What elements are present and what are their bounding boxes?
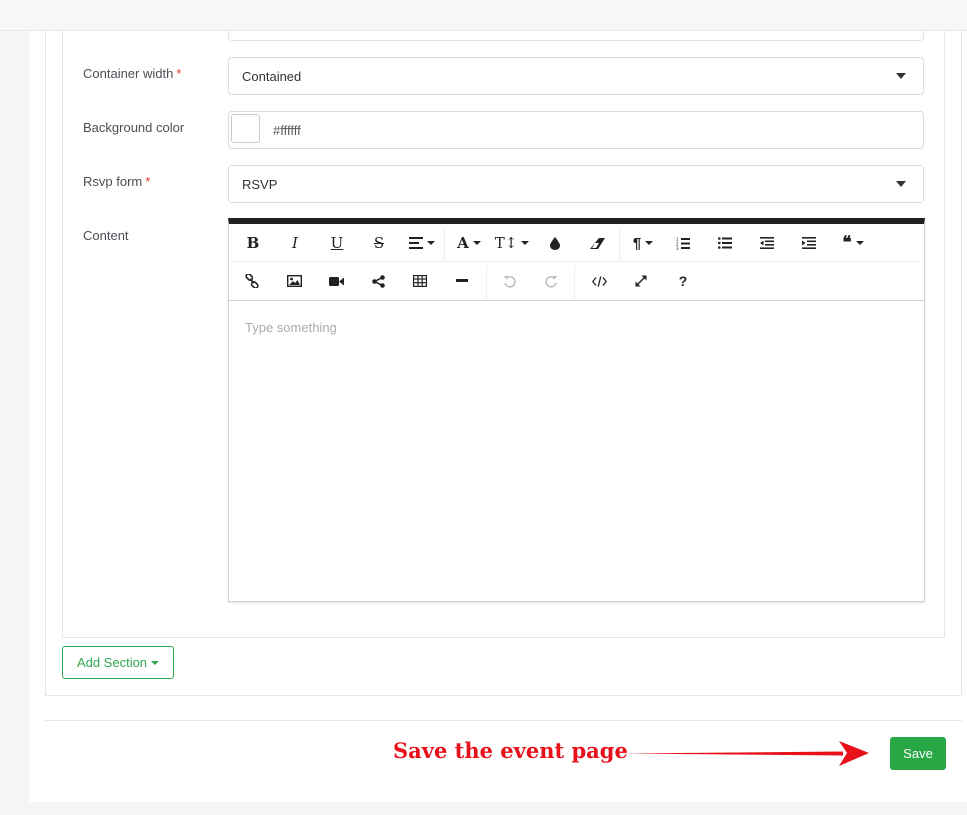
unordered-list-icon[interactable] <box>710 224 740 262</box>
ordered-list-icon[interactable]: 123 <box>668 224 698 262</box>
editor-toolbar: B I U S A T↕ ¶ 123 ❝ ? <box>229 224 924 301</box>
paragraph-icon[interactable]: ¶ <box>626 224 660 262</box>
font-size-icon[interactable]: T↕ <box>494 224 530 262</box>
add-section-label: Add Section <box>76 655 148 670</box>
editor-placeholder[interactable]: Type something <box>245 320 337 335</box>
toolbar-row-1: B I U S A T↕ ¶ 123 ❝ <box>232 224 920 262</box>
image-icon[interactable] <box>279 262 309 300</box>
save-button[interactable]: Save <box>890 737 946 770</box>
code-view-icon[interactable] <box>584 262 614 300</box>
share-icon[interactable] <box>363 262 393 300</box>
svg-text:3: 3 <box>676 246 679 250</box>
container-width-label: Container width * <box>83 66 181 81</box>
rsvp-form-value: RSVP <box>242 177 278 192</box>
table-icon[interactable] <box>405 262 435 300</box>
outdent-icon[interactable] <box>752 224 782 262</box>
underline-icon[interactable]: U <box>322 224 352 262</box>
required-mark: * <box>176 66 182 81</box>
align-left-icon[interactable] <box>404 224 440 262</box>
text-color-icon[interactable] <box>540 224 570 262</box>
help-icon[interactable]: ? <box>668 262 698 300</box>
redo-icon[interactable] <box>536 262 566 300</box>
font-family-icon[interactable]: A <box>452 224 486 262</box>
content-label: Content <box>83 228 129 243</box>
previous-field[interactable] <box>228 31 924 41</box>
background-color-label: Background color <box>83 120 185 135</box>
add-section-button[interactable]: Add Section <box>62 646 174 679</box>
footer-divider <box>45 720 962 721</box>
annotation-arrow-icon <box>617 741 869 766</box>
eraser-icon[interactable] <box>582 224 612 262</box>
italic-icon[interactable]: I <box>280 224 310 262</box>
indent-icon[interactable] <box>794 224 824 262</box>
rsvp-form-label-text: Rsvp form <box>83 174 143 189</box>
rich-text-editor: B I U S A T↕ ¶ 123 ❝ ? Type something <box>228 218 925 602</box>
background-color-value: #ffffff <box>273 123 301 138</box>
undo-icon[interactable] <box>494 262 524 300</box>
chevron-down-icon <box>896 73 906 79</box>
toolbar-row-2: ? <box>232 262 920 300</box>
container-width-value: Contained <box>242 69 302 84</box>
bold-icon[interactable]: B <box>238 224 268 262</box>
container-width-label-text: Container width <box>83 66 174 81</box>
caret-down-icon <box>151 660 160 665</box>
container-width-select[interactable]: Contained <box>228 57 924 95</box>
rsvp-form-select[interactable]: RSVP <box>228 165 924 203</box>
color-swatch[interactable] <box>231 114 260 143</box>
rsvp-form-label: Rsvp form * <box>83 174 150 189</box>
top-bar <box>0 0 967 31</box>
annotation-label: Save the event page <box>393 738 628 763</box>
quote-icon[interactable]: ❝ <box>836 224 870 262</box>
chevron-down-icon <box>896 181 906 187</box>
strikethrough-icon[interactable]: S <box>364 224 394 262</box>
video-icon[interactable] <box>321 262 351 300</box>
horizontal-rule-icon[interactable] <box>447 262 477 300</box>
required-mark: * <box>145 174 151 189</box>
fullscreen-icon[interactable] <box>626 262 656 300</box>
background-color-field[interactable]: #ffffff <box>228 111 924 149</box>
link-icon[interactable] <box>237 262 267 300</box>
